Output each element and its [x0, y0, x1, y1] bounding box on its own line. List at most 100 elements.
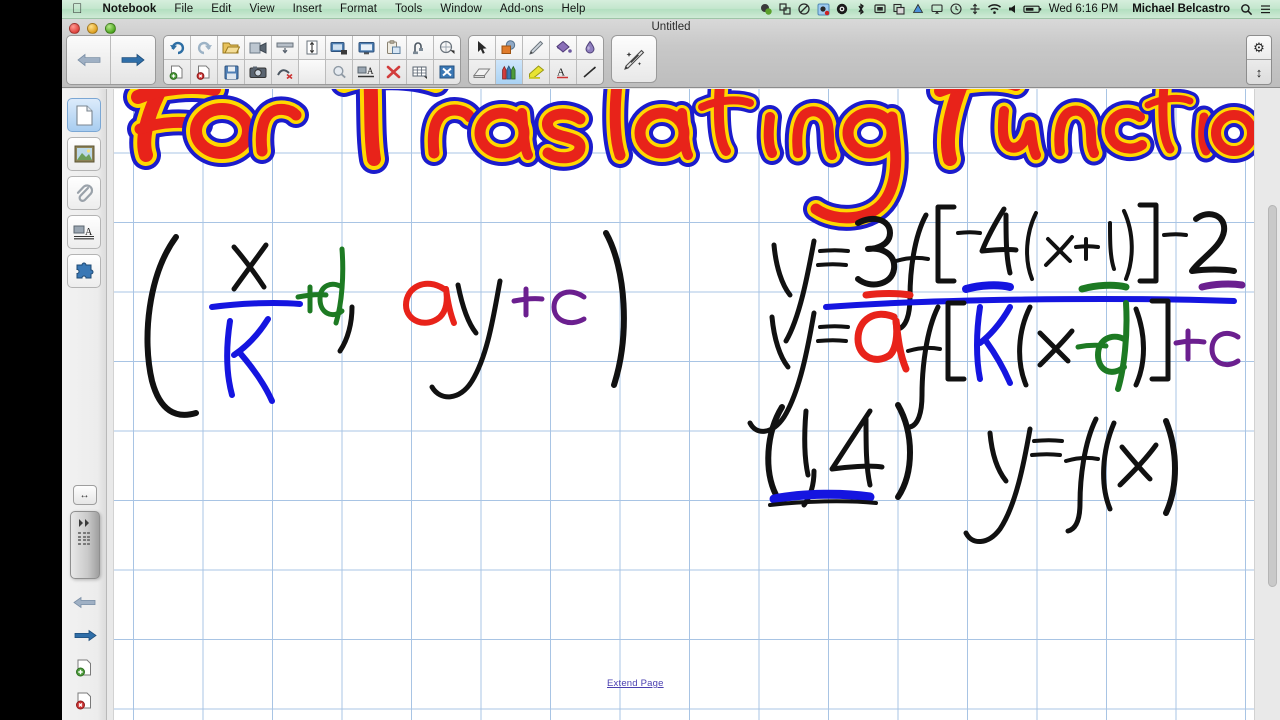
next-page-button[interactable] — [111, 36, 155, 84]
magnifier-button[interactable] — [326, 60, 352, 84]
extend-page-link[interactable]: Extend Page — [607, 678, 664, 689]
menu-bar-clock[interactable]: Wed 6:16 PM — [1042, 0, 1125, 19]
sidebar-previous-button[interactable] — [71, 589, 99, 615]
settings-button[interactable]: ⚙ — [1247, 36, 1271, 60]
redo-button[interactable] — [191, 36, 217, 60]
menu-bar-username[interactable]: Michael Belcastro — [1125, 0, 1237, 19]
delete-page-button[interactable] — [191, 60, 217, 84]
select-tool[interactable] — [469, 36, 495, 60]
color-tool[interactable] — [577, 36, 603, 60]
time-machine-icon[interactable] — [947, 0, 966, 19]
do-not-disturb-icon[interactable] — [795, 0, 814, 19]
toolbar-column — [469, 36, 496, 84]
menu-edit[interactable]: Edit — [202, 0, 240, 19]
undo-button[interactable] — [164, 36, 190, 60]
delete-button[interactable] — [380, 60, 406, 84]
menu-tools[interactable]: Tools — [386, 0, 431, 19]
screen-capture-button[interactable] — [245, 60, 271, 84]
svg-text:A: A — [367, 66, 374, 76]
paste-button[interactable] — [380, 36, 406, 60]
clear-ink-button[interactable] — [272, 60, 298, 84]
search-icon[interactable] — [1237, 0, 1256, 19]
svg-text:A: A — [557, 67, 565, 79]
toolbar-column — [164, 36, 191, 84]
menu-help[interactable]: Help — [552, 0, 594, 19]
toolbar-column — [191, 36, 218, 84]
menu-file[interactable]: File — [165, 0, 202, 19]
sidebar-gallery[interactable] — [67, 137, 101, 171]
copy-icon[interactable] — [890, 0, 909, 19]
dual-page-button[interactable] — [326, 36, 352, 60]
fill-tool[interactable] — [550, 36, 576, 60]
gesture-icon — [439, 40, 455, 54]
google-drive-icon[interactable] — [909, 0, 928, 19]
eraser-tool[interactable] — [469, 60, 495, 84]
toolbar-column: A — [550, 36, 577, 84]
notebook-page[interactable]: .blk { fill:none; stroke:#111111; stroke… — [114, 89, 1254, 720]
right-arrow-icon — [121, 53, 145, 67]
text-tool[interactable]: A — [550, 60, 576, 84]
airplay-icon[interactable] — [928, 0, 947, 19]
sync-icon[interactable] — [966, 0, 985, 19]
pen-tool[interactable] — [523, 36, 549, 60]
full-screen-button[interactable] — [353, 36, 379, 60]
sidebar-next-button[interactable] — [71, 622, 99, 648]
canvas-area[interactable]: .blk { fill:none; stroke:#111111; stroke… — [107, 89, 1280, 720]
toolbar-column — [380, 36, 407, 84]
add-page-button[interactable] — [164, 60, 190, 84]
battery-icon[interactable] — [1023, 0, 1042, 19]
measurement-tool-button[interactable] — [407, 36, 433, 60]
page-delete-icon — [76, 692, 91, 710]
menu-notebook[interactable]: Notebook — [94, 0, 166, 19]
full-page-button[interactable] — [299, 36, 325, 60]
sidebar-collapse-handle[interactable] — [69, 511, 100, 579]
shapes-tool[interactable] — [496, 36, 522, 60]
canvas-vertical-scrollbar[interactable] — [1268, 205, 1277, 587]
insert-media-button[interactable] — [245, 36, 271, 60]
screen-share-icon[interactable] — [776, 0, 795, 19]
toolbar-column — [496, 36, 523, 84]
gesture-button[interactable] — [434, 36, 460, 60]
toolbar-column — [577, 36, 603, 84]
sidebar-add-ons[interactable] — [67, 254, 101, 288]
close-tool-button[interactable] — [434, 60, 460, 84]
sidebar-autohide-toggle[interactable]: ↔ — [72, 485, 97, 505]
sidebar-attachments[interactable] — [67, 176, 101, 210]
screen-shade-button[interactable] — [272, 36, 298, 60]
wifi-icon[interactable] — [985, 0, 1004, 19]
menu-add-ons[interactable]: Add-ons — [491, 0, 553, 19]
app-badge-icon[interactable] — [814, 0, 833, 19]
save-button[interactable] — [218, 60, 244, 84]
sidebar-add-page-button[interactable] — [71, 655, 99, 681]
menu-window[interactable]: Window — [431, 0, 491, 19]
sidebar-page-sorter[interactable] — [67, 98, 101, 132]
toolbar-column — [272, 36, 299, 84]
previous-page-button[interactable] — [67, 36, 111, 84]
highlighter-tool[interactable] — [523, 60, 549, 84]
paint-bucket-icon — [556, 40, 572, 53]
sidebar-properties[interactable]: A — [67, 215, 101, 249]
line-tool[interactable] — [577, 60, 603, 84]
menu-view[interactable]: View — [240, 0, 283, 19]
pens-tool[interactable] — [496, 60, 522, 84]
text-format-icon: A — [357, 66, 374, 78]
open-button[interactable] — [218, 36, 244, 60]
colorsync-icon[interactable] — [757, 0, 776, 19]
table-button[interactable] — [407, 60, 433, 84]
resize-toolbar-button[interactable]: ↕ — [1247, 60, 1271, 84]
page-icon — [75, 104, 93, 126]
notification-center-icon[interactable] — [1256, 0, 1275, 19]
text-properties-button[interactable]: A — [353, 60, 379, 84]
menu-format[interactable]: Format — [331, 0, 386, 19]
shapes-icon — [501, 40, 516, 54]
magic-pen-tool[interactable] — [611, 35, 657, 83]
menu-insert[interactable]: Insert — [284, 0, 331, 19]
magic-pen-icon — [624, 49, 645, 70]
apple-logo-icon[interactable]:  — [62, 1, 94, 15]
bluetooth-icon[interactable] — [852, 0, 871, 19]
sidebar-delete-page-button[interactable] — [71, 688, 99, 714]
dropbox-icon[interactable] — [833, 0, 852, 19]
display-icon[interactable] — [871, 0, 890, 19]
main-toolbar: A A — [66, 35, 657, 85]
volume-icon[interactable] — [1004, 0, 1023, 19]
